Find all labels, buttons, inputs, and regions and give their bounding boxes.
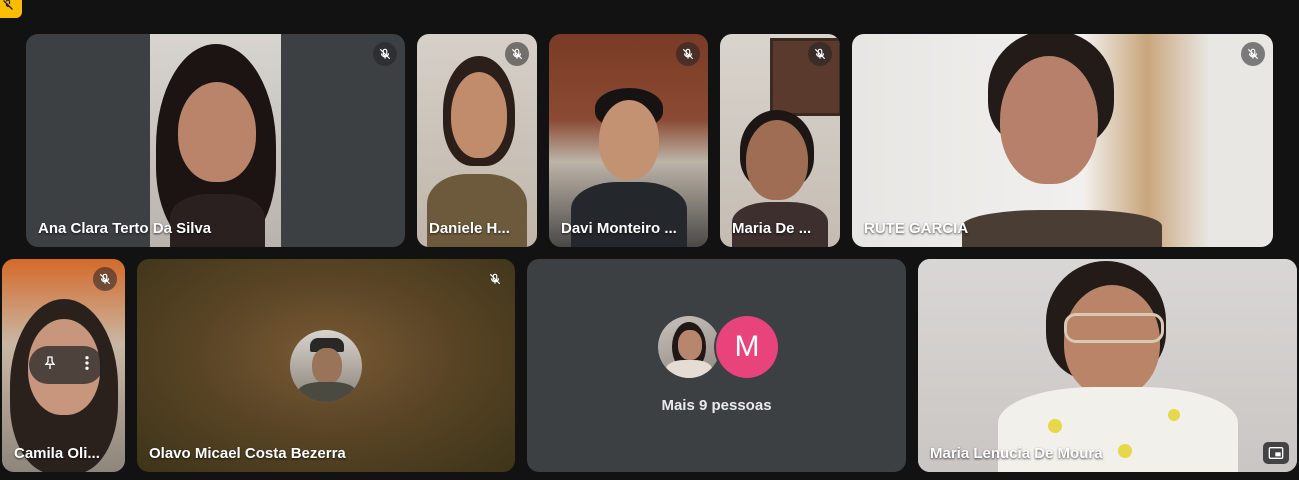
participant-tile-rute[interactable]: RUTE GARCIA [852,34,1273,247]
participant-tile-ana[interactable]: Ana Clara Terto Da Silva [26,34,405,247]
participant-video [918,259,1297,472]
picture-in-picture-icon [1268,447,1284,459]
participant-tile-davi[interactable]: Davi Monteiro ... [549,34,708,247]
mic-off-icon [505,42,529,66]
participant-name: Olavo Micael Costa Bezerra [149,445,346,462]
mic-off-icon [808,42,832,66]
participant-avatar [658,316,720,378]
participant-avatar-initial: M [716,316,778,378]
picture-in-picture-button[interactable] [1263,442,1289,464]
participant-name: RUTE GARCIA [864,220,969,237]
participant-name: Ana Clara Terto Da Silva [38,220,212,237]
participant-video [852,34,1273,247]
more-vert-icon[interactable] [84,354,90,377]
participant-video [720,34,840,247]
participant-tile-camila[interactable]: Camila Oli... [2,259,125,472]
mic-off-icon [93,267,117,291]
pin-icon[interactable] [42,354,58,377]
participant-name: Camila Oli... [14,445,100,462]
participant-video [549,34,708,247]
participant-tile-lenucia[interactable]: Maria Lenucia De Moura [918,259,1297,472]
more-participants-tile[interactable]: M Mais 9 pessoas [527,259,906,472]
participant-video [150,34,281,247]
participant-tile-maria-de[interactable]: Maria De ... [720,34,840,247]
muted-indicator-badge[interactable] [0,0,22,18]
participant-name: Daniele H... [429,220,510,237]
mic-off-icon [483,267,507,291]
mic-off-icon [3,0,13,10]
mic-off-icon [373,42,397,66]
participant-video [417,34,537,247]
participant-name: Maria Lenucia De Moura [930,445,1103,462]
more-participants-label: Mais 9 pessoas [661,397,772,414]
tile-options-overlay [29,346,103,384]
mic-off-icon [1241,42,1265,66]
participant-name: Maria De ... [732,220,812,237]
participant-name: Davi Monteiro ... [561,220,677,237]
mic-off-icon [676,42,700,66]
participant-tile-daniele[interactable]: Daniele H... [417,34,537,247]
participant-avatar [290,330,362,402]
participant-tile-olavo[interactable]: Olavo Micael Costa Bezerra [137,259,515,472]
